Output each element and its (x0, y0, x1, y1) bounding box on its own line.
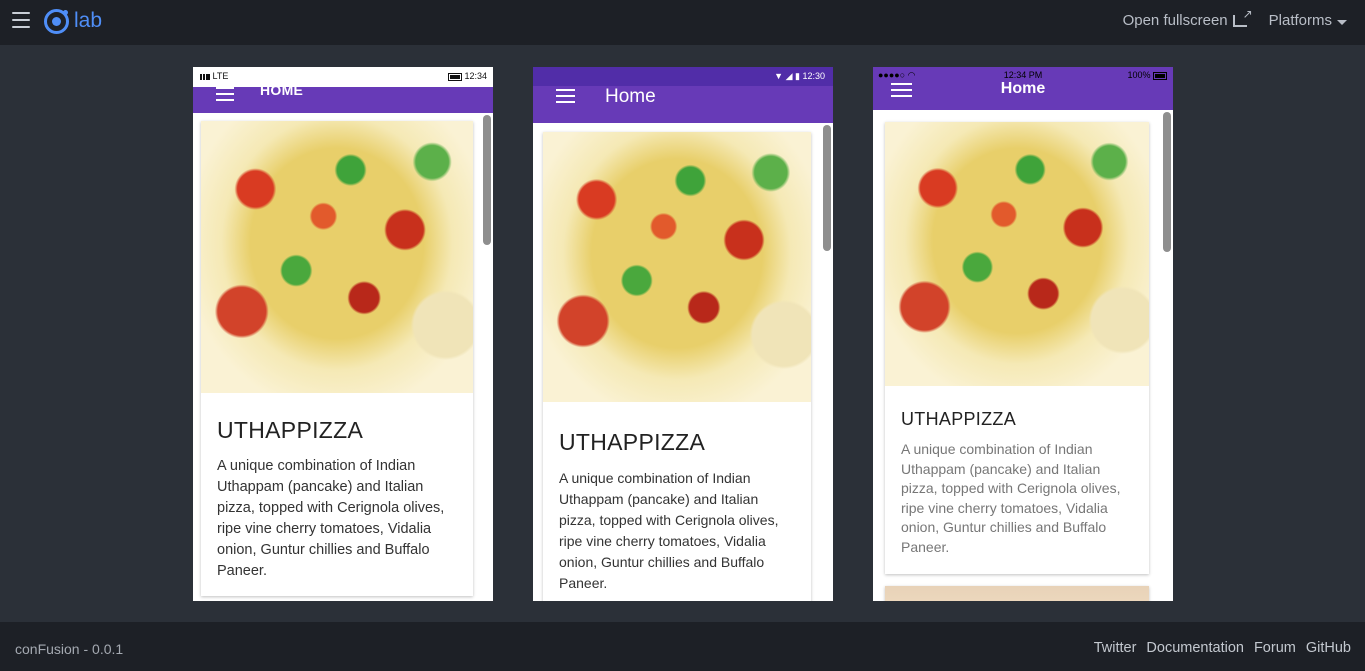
platforms-dropdown[interactable]: Platforms (1269, 12, 1347, 29)
app-toolbar: Home (193, 82, 493, 113)
status-time: 12:30 (802, 71, 825, 81)
app-version: conFusion - 0.0.1 (15, 641, 124, 657)
platforms-label: Platforms (1268, 12, 1332, 29)
dish-card[interactable]: UTHAPPIZZA A unique combination of India… (201, 121, 473, 596)
menu-toggle-icon[interactable] (216, 87, 234, 105)
dish-image (201, 121, 473, 393)
open-fullscreen-label: Open fullscreen (1122, 12, 1228, 29)
page-content[interactable]: UTHAPPIZZA A unique combination of India… (873, 110, 1173, 601)
dish-title: UTHAPPIZZA (559, 429, 706, 455)
dish-image (543, 132, 811, 402)
status-right: ▼ ◢ ▮ 12:30 (774, 71, 825, 81)
dish-card[interactable]: UTHAPPIZZA A unique combination of India… (885, 122, 1149, 574)
status-bar: LTE 12:34 (193, 67, 493, 87)
documentation-link[interactable]: Documentation (1146, 640, 1244, 656)
device-preview-2: ▼ ◢ ▮ 12:30 Home UTHAPPIZZA A unique com… (533, 67, 833, 601)
ionic-lab-logo[interactable]: lab (44, 7, 102, 35)
scrollbar[interactable] (823, 125, 831, 251)
toolbar-title: Home (605, 86, 656, 107)
status-left: LTE (200, 71, 228, 81)
footer-bar: conFusion - 0.0.1 Twitter Documentation … (0, 622, 1365, 671)
dish-description: A unique combination of Indian Uthappam … (901, 441, 1121, 555)
battery-icon (447, 72, 462, 81)
github-link[interactable]: GitHub (1306, 640, 1351, 656)
caret-down-icon (1337, 19, 1347, 25)
external-link-icon (1232, 7, 1253, 27)
next-dish-card[interactable] (885, 586, 1149, 601)
app-toolbar: Home (873, 80, 1173, 110)
signal-icon (200, 73, 210, 80)
logo-text: lab (74, 9, 103, 32)
status-bar: ▼ ◢ ▮ 12:30 (533, 67, 833, 86)
page-content[interactable]: UTHAPPIZZA A unique combination of India… (533, 123, 833, 601)
app-toolbar: Home (533, 86, 833, 123)
dish-description: A unique combination of Indian Uthappam … (217, 458, 445, 579)
page-content[interactable]: UTHAPPIZZA A unique combination of India… (193, 113, 493, 601)
top-bar: lab Open fullscreen Platforms (0, 0, 1365, 45)
ionic-logo-icon (44, 8, 69, 34)
menu-icon[interactable] (12, 12, 30, 28)
status-right: 100% (1127, 70, 1167, 80)
toolbar-title: Home (1000, 80, 1046, 97)
dish-image (885, 122, 1149, 386)
battery-percent: 100% (1127, 70, 1151, 80)
dish-title: UTHAPPIZZA (901, 409, 1017, 429)
scrollbar[interactable] (1163, 112, 1171, 252)
device-preview-1: LTE 12:34 Home UTHAPPIZZA A unique combi… (193, 67, 493, 601)
toolbar-title: Home (260, 82, 304, 98)
forum-link[interactable]: Forum (1254, 640, 1296, 656)
device-preview-3: ●●●●○ ◠ 12:34 PM 100% Home UTHAPPIZZA A … (873, 67, 1173, 601)
menu-toggle-icon[interactable] (556, 89, 575, 107)
twitter-link[interactable]: Twitter (1094, 640, 1137, 656)
dish-card[interactable]: UTHAPPIZZA A unique combination of India… (543, 132, 811, 601)
dish-title: UTHAPPIZZA (217, 417, 364, 443)
status-right: 12:34 (447, 71, 487, 81)
battery-icon (1153, 71, 1167, 80)
status-time: 12:34 (464, 71, 487, 81)
scrollbar[interactable] (483, 115, 491, 245)
open-fullscreen-link[interactable]: Open fullscreen (1122, 7, 1253, 30)
dish-description: A unique combination of Indian Uthappam … (559, 470, 779, 591)
